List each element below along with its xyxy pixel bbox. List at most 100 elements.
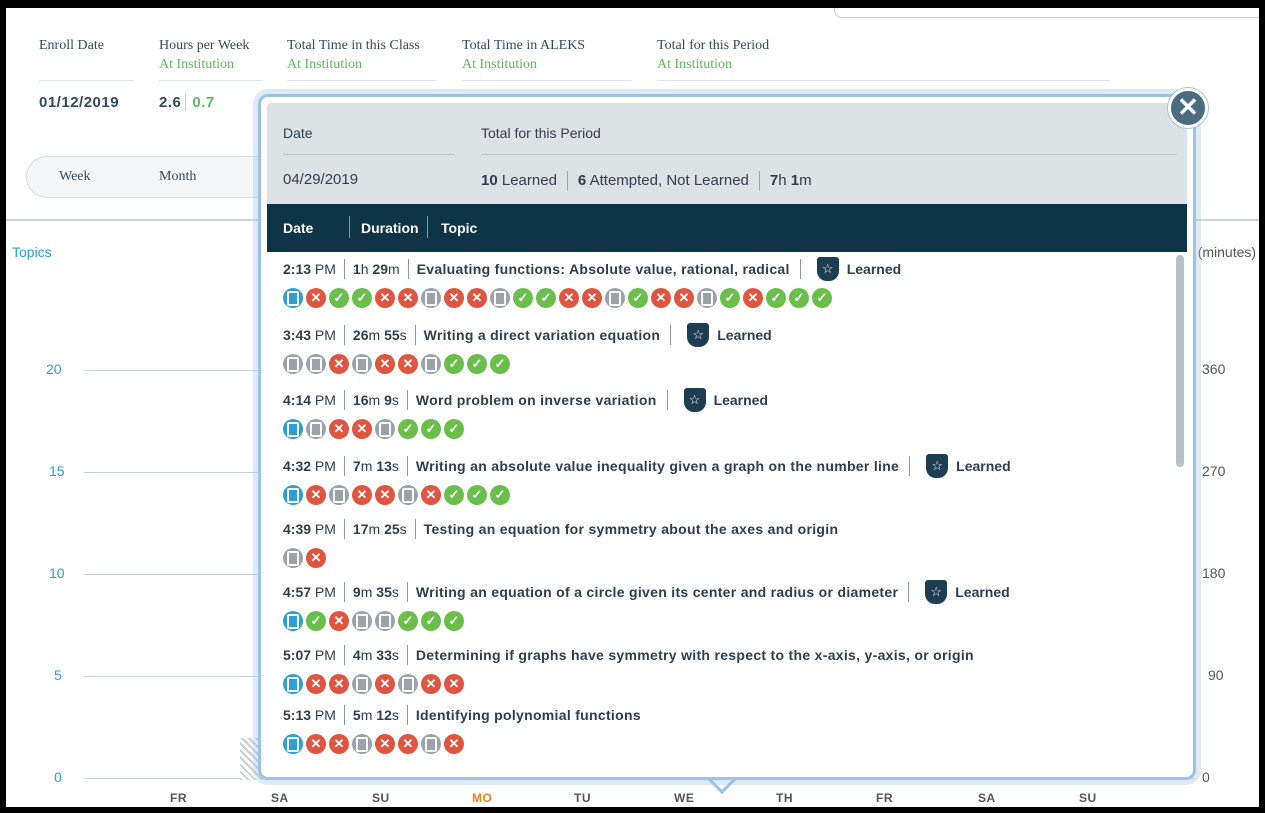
time-minutes-unit: m	[799, 171, 812, 189]
topic-list[interactable]: 2:13 PM 1h 29m Evaluating functions: Absol…	[267, 252, 1187, 771]
stat-sub: At Institution	[657, 57, 733, 72]
learned-badge: ☆ Learned	[687, 323, 772, 347]
stat-sub: At Institution	[287, 57, 363, 72]
day-tick[interactable]: SA	[978, 791, 996, 805]
y-tick-right: 0	[1202, 769, 1210, 785]
divider	[349, 216, 350, 238]
entry-topic[interactable]: Testing an equation for symmetry about t…	[424, 521, 839, 537]
explain-icon	[283, 734, 303, 754]
explain-icon	[329, 485, 349, 505]
star-shield-icon: ☆	[926, 454, 949, 478]
explain-icon	[283, 354, 303, 374]
day-tick-active[interactable]: MO	[472, 791, 492, 805]
topic-entry[interactable]: 3:43 PM 26m 55s Writing a direct variation…	[283, 323, 1157, 384]
stat-sub: At Institution	[159, 57, 235, 72]
incorrect-icon: ✕	[375, 485, 395, 505]
y-tick-right: 360	[1202, 361, 1226, 377]
entry-time-value: 4:39	[283, 521, 312, 537]
day-tick[interactable]: FR	[170, 791, 187, 805]
day-tick[interactable]: WE	[674, 791, 694, 805]
hours-per-week-value: 2.6 0.7	[159, 94, 215, 111]
entry-line: 4:39 PM 17m 25s Testing an equation for sy…	[283, 518, 838, 540]
incorrect-icon: ✕	[306, 674, 326, 694]
entry-topic[interactable]: Evaluating functions: Absolute value, ra…	[417, 261, 790, 277]
day-tick[interactable]: SA	[271, 791, 289, 805]
entry-ampm: PM	[314, 458, 336, 474]
divider	[283, 154, 455, 155]
dur-b: 12	[376, 707, 392, 723]
y-tick: 20	[46, 361, 62, 377]
learned-badge: ☆ Learned	[816, 257, 901, 281]
entry-duration: 1h 29m	[353, 261, 400, 277]
divider	[566, 171, 568, 191]
entry-duration: 17m 25s	[353, 521, 407, 537]
topic-entry[interactable]: 5:07 PM 4m 33s Determining if graphs have …	[283, 644, 1157, 704]
entry-line: 4:14 PM 16m 9s Word problem on inverse var…	[283, 388, 768, 412]
divider	[670, 325, 672, 345]
topic-entry[interactable]: 5:13 PM 5m 12s Identifying polynomial func…	[283, 704, 1157, 764]
day-tick[interactable]: SU	[1079, 791, 1097, 805]
topic-entry[interactable]: 4:39 PM 17m 25s Testing an equation for sy…	[283, 518, 1157, 578]
explain-icon	[306, 419, 326, 439]
dur-a-unit: m	[360, 707, 373, 723]
y-tick-right: 90	[1208, 667, 1224, 683]
entry-time-value: 4:57	[283, 584, 312, 600]
entry-topic[interactable]: Writing a direct variation equation	[424, 327, 661, 343]
y-tick: 0	[54, 769, 62, 785]
divider	[343, 519, 345, 539]
correct-icon: ✓	[444, 354, 464, 374]
dur-b: 33	[376, 647, 392, 663]
attempted-label: Attempted, Not Learned	[589, 171, 749, 189]
topic-entry[interactable]: 2:13 PM 1h 29m Evaluating functions: Absol…	[283, 257, 1157, 318]
summary-period-label: Total for this Period	[481, 125, 601, 141]
entry-topic[interactable]: Determining if graphs have symmetry with…	[416, 647, 974, 663]
correct-icon: ✓	[766, 288, 786, 308]
divider	[406, 456, 408, 476]
correct-icon: ✓	[513, 288, 533, 308]
explain-icon	[421, 288, 441, 308]
day-tick[interactable]: SU	[372, 791, 390, 805]
divider	[406, 582, 408, 602]
day-tick[interactable]: TH	[776, 791, 793, 805]
entry-topic[interactable]: Writing an equation of a circle given it…	[416, 584, 898, 600]
incorrect-icon: ✕	[352, 485, 372, 505]
divider	[666, 390, 668, 410]
toggle-month[interactable]: Month	[159, 169, 196, 185]
top-search-strip[interactable]	[834, 8, 1259, 18]
entry-duration: 7m 13s	[353, 458, 399, 474]
incorrect-icon: ✕	[306, 734, 326, 754]
day-tick[interactable]: TU	[574, 791, 591, 805]
scrollbar[interactable]	[1176, 255, 1184, 467]
topic-entry[interactable]: 4:14 PM 16m 9s Word problem on inverse var…	[283, 388, 1157, 449]
day-tick[interactable]: FR	[876, 791, 893, 805]
divider	[427, 216, 428, 238]
entry-time-value: 5:13	[283, 707, 312, 723]
correct-icon: ✓	[467, 354, 487, 374]
entry-line: 4:57 PM 9m 35s Writing an equation of a ci…	[283, 580, 1010, 604]
toggle-week[interactable]: Week	[59, 169, 91, 185]
explain-icon	[697, 288, 717, 308]
divider	[343, 390, 345, 410]
divider	[343, 259, 345, 279]
topic-entry[interactable]: 4:32 PM 7m 13s Writing an absolute value i…	[283, 454, 1157, 515]
attempt-icons: ✕	[283, 548, 326, 570]
entry-time: 4:14 PM	[283, 392, 336, 408]
correct-icon: ✓	[329, 288, 349, 308]
entry-topic[interactable]: Word problem on inverse variation	[416, 392, 657, 408]
topic-entry[interactable]: 4:57 PM 9m 35s Writing an equation of a ci…	[283, 580, 1157, 641]
stat-total-time-aleks: Total Time in ALEKS At Institution	[462, 38, 632, 81]
learned-count: 10	[481, 171, 498, 189]
dur-b: 13	[376, 458, 392, 474]
correct-icon: ✓	[352, 288, 372, 308]
entry-time: 4:32 PM	[283, 458, 336, 474]
close-button[interactable]: ✕	[1168, 88, 1208, 128]
entry-duration: 4m 33s	[353, 647, 399, 663]
entry-topic[interactable]: Writing an absolute value inequality giv…	[416, 458, 899, 474]
left-axis-label: Topics	[12, 244, 52, 260]
divider	[39, 80, 134, 81]
correct-icon: ✓	[306, 611, 326, 631]
entry-ampm: PM	[314, 647, 336, 663]
divider	[343, 456, 345, 476]
correct-icon: ✓	[628, 288, 648, 308]
entry-topic[interactable]: Identifying polynomial functions	[416, 707, 641, 723]
